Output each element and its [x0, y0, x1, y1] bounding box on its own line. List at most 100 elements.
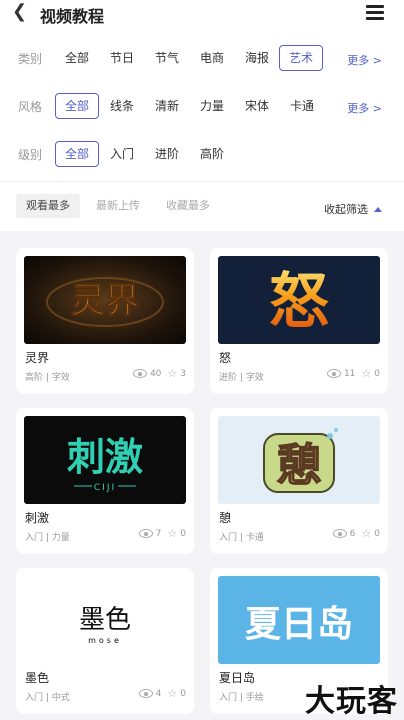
hamburger-menu-icon[interactable]	[366, 5, 384, 20]
level-option-beginner[interactable]: 入门	[102, 141, 142, 167]
card-level: 入门	[219, 533, 238, 543]
style-more-link[interactable]: 更多 >	[347, 100, 382, 116]
style-label: 风格	[18, 100, 43, 114]
watermark-logo: 大玩客	[305, 684, 398, 719]
sort-most-viewed[interactable]: 观看最多	[16, 194, 80, 218]
card-level: 入门	[219, 693, 238, 703]
card-stats: 6 ☆ 0	[332, 527, 380, 540]
card-tags: 入门 | 中式	[25, 693, 70, 703]
card-tags: 高阶 | 字效	[25, 373, 70, 383]
thumbnail-art: 刺激 CIJI	[67, 435, 143, 493]
thumbnail-title: 墨色	[79, 605, 131, 635]
triangle-up-icon	[374, 207, 382, 212]
video-card[interactable]: 憩 憩 入门 | 卡通 6 ☆ 0	[210, 408, 388, 554]
category-option-solar-term[interactable]: 节气	[147, 45, 187, 71]
card-title: 怒	[219, 351, 232, 365]
card-type: 字效	[245, 373, 264, 383]
view-count: 7	[155, 528, 162, 539]
category-filter-row: 类别 全部 节日 节气 电商 海报 艺术 更多 >	[0, 43, 404, 73]
card-stats: 4 ☆ 0	[138, 687, 186, 700]
star-count: 0	[374, 528, 380, 539]
thumbnail-art: 怒	[269, 267, 329, 337]
thumbnail-subtitle: mose	[88, 636, 122, 645]
card-tags: 入门 | 力量	[25, 533, 70, 543]
star-icon: ☆	[167, 687, 178, 700]
card-type: 手绘	[245, 693, 264, 703]
star-count: 0	[180, 688, 186, 699]
thumbnail-art: 夏日岛	[245, 604, 353, 645]
thumbnail-title: 怒	[269, 267, 329, 337]
page-title: 视频教程	[40, 7, 105, 26]
card-tags: 入门 | 手绘	[219, 693, 264, 703]
category-option-all[interactable]: 全部	[57, 45, 97, 71]
eye-icon	[132, 369, 147, 378]
top-bar: ❮ 视频教程	[0, 0, 404, 26]
category-option-festival[interactable]: 节日	[102, 45, 142, 71]
category-label: 类别	[18, 52, 43, 66]
eye-icon	[138, 529, 153, 538]
card-stats: 40 ☆ 3	[132, 368, 186, 379]
thumbnail-title: 夏日岛	[245, 604, 353, 645]
style-option-power[interactable]: 力量	[192, 93, 232, 119]
star-icon: ☆	[361, 367, 372, 380]
card-level: 进阶	[219, 373, 238, 383]
video-card[interactable]: 刺激 CIJI 刺激 入门 | 力量 7 ☆ 0	[16, 408, 194, 554]
style-option-song[interactable]: 宋体	[237, 93, 277, 119]
level-option-intermediate[interactable]: 进阶	[147, 141, 187, 167]
video-thumbnail: 憩	[218, 416, 380, 504]
video-thumbnail: 墨色 mose	[24, 576, 186, 664]
category-option-poster[interactable]: 海报	[237, 45, 277, 71]
star-count: 0	[374, 368, 380, 379]
video-grid: 灵界 灵界 高阶 | 字效 40 ☆ 3 怒 怒 进阶 | 字效 11 ☆ 0 刺激 C…	[0, 231, 404, 720]
view-count: 6	[349, 528, 356, 539]
style-option-line[interactable]: 线条	[102, 93, 142, 119]
style-option-cartoon[interactable]: 卡通	[282, 93, 322, 119]
video-thumbnail: 怒	[218, 256, 380, 344]
video-card[interactable]: 灵界 灵界 高阶 | 字效 40 ☆ 3	[16, 248, 194, 394]
video-thumbnail: 灵界	[24, 256, 186, 344]
thumbnail-art: 灵界	[46, 277, 164, 327]
video-thumbnail: 夏日岛	[218, 576, 380, 664]
card-title: 刺激	[25, 511, 50, 525]
card-tags: 进阶 | 字效	[219, 373, 264, 383]
star-count: 3	[180, 368, 186, 379]
thumbnail-title: 憩	[277, 440, 321, 491]
collapse-filter-button[interactable]: 收起筛选	[324, 201, 382, 217]
card-level: 入门	[25, 533, 44, 543]
sort-most-favorited[interactable]: 收藏最多	[156, 194, 220, 218]
star-icon: ☆	[361, 527, 372, 540]
card-level: 高阶	[25, 373, 44, 383]
card-title: 灵界	[25, 351, 50, 365]
thumbnail-title: 灵界	[71, 281, 139, 321]
card-type: 中式	[51, 693, 70, 703]
card-title: 憩	[219, 511, 232, 525]
video-thumbnail: 刺激 CIJI	[24, 416, 186, 504]
category-option-art[interactable]: 艺术	[279, 45, 324, 71]
card-type: 字效	[51, 373, 70, 383]
back-arrow-icon[interactable]: ❮	[12, 1, 32, 23]
card-type: 卡通	[245, 533, 264, 543]
level-option-advanced[interactable]: 高阶	[192, 141, 232, 167]
style-filter-row: 风格 全部 线条 清新 力量 宋体 卡通 更多 >	[0, 91, 404, 121]
video-card[interactable]: 墨色 mose 墨色 入门 | 中式 4 ☆ 0	[16, 568, 194, 714]
video-card[interactable]: 怒 怒 进阶 | 字效 11 ☆ 0	[210, 248, 388, 394]
style-option-fresh[interactable]: 清新	[147, 93, 187, 119]
category-more-link[interactable]: 更多 >	[347, 52, 382, 68]
view-count: 40	[149, 368, 162, 379]
card-level: 入门	[25, 693, 44, 703]
collapse-filter-label: 收起筛选	[324, 203, 368, 216]
thumbnail-art: 憩	[263, 428, 338, 493]
sort-newest[interactable]: 最新上传	[86, 194, 150, 218]
star-icon: ☆	[167, 527, 178, 540]
style-option-all[interactable]: 全部	[55, 93, 100, 119]
star-count: 0	[180, 528, 186, 539]
level-option-all[interactable]: 全部	[55, 141, 100, 167]
sort-bar: 观看最多 最新上传 收藏最多 收起筛选	[0, 181, 404, 231]
eye-icon	[332, 529, 347, 538]
thumbnail-subtitle: CIJI	[94, 483, 116, 493]
category-option-ecommerce[interactable]: 电商	[192, 45, 232, 71]
view-count: 4	[155, 688, 162, 699]
eye-icon	[138, 689, 153, 698]
card-tags: 入门 | 卡通	[219, 533, 264, 543]
eye-icon	[326, 369, 341, 378]
